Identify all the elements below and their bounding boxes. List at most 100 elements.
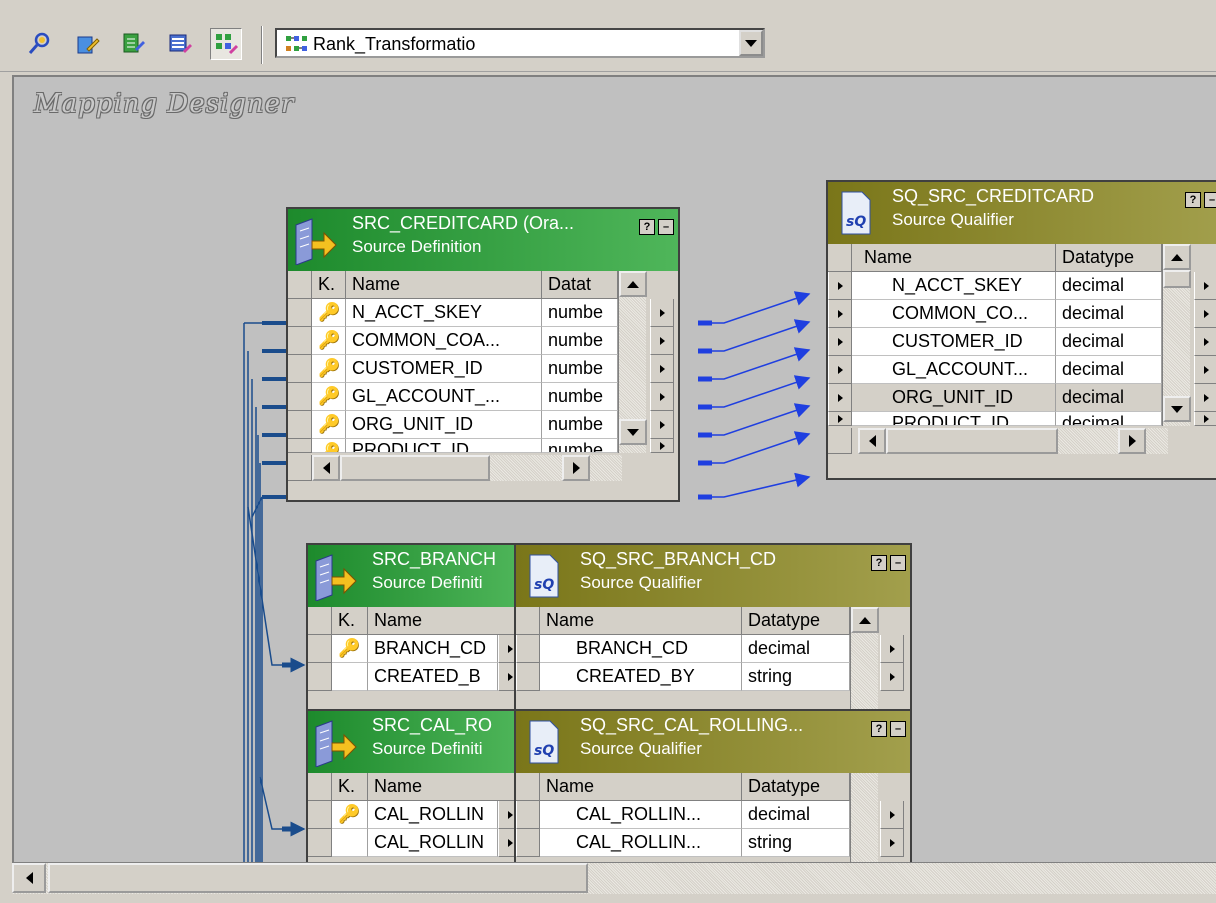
column-header-key[interactable]: K. — [332, 773, 368, 801]
column-header-name[interactable]: Name — [368, 773, 524, 801]
port-datatype[interactable]: decimal — [742, 635, 850, 663]
column-header-datatype[interactable]: Datatype — [742, 607, 850, 635]
port-connector-icon[interactable] — [1194, 384, 1216, 412]
port-name[interactable]: ORG_UNIT_ID — [346, 411, 542, 439]
target-designer-icon[interactable] — [72, 28, 104, 60]
column-header-datatype[interactable]: Datat — [542, 271, 618, 299]
port-name[interactable]: N_ACCT_SKEY — [346, 299, 542, 327]
column-header-datatype[interactable]: Datatype — [742, 773, 850, 801]
port-datatype[interactable]: decimal — [742, 801, 850, 829]
help-icon[interactable]: ? — [871, 721, 887, 737]
source-analyzer-icon[interactable] — [24, 28, 56, 60]
port-connector-icon[interactable] — [828, 412, 852, 426]
port-name[interactable]: N_ACCT_SKEY — [886, 272, 1056, 300]
port-name[interactable]: COMMON_CO... — [886, 300, 1056, 328]
column-header-name[interactable]: Name — [540, 607, 742, 635]
minimize-icon[interactable]: – — [1204, 192, 1216, 208]
port-connector-icon[interactable] — [650, 355, 674, 383]
port-name[interactable]: ORG_UNIT_ID — [886, 384, 1056, 412]
port-datatype[interactable]: numbe — [542, 439, 618, 453]
port-connector-icon[interactable] — [1194, 328, 1216, 356]
transformation-header[interactable]: SRC_CAL_RO Source Definiti — [308, 711, 524, 773]
horizontal-scrollbar[interactable] — [858, 428, 1168, 454]
src-creditcard-transformation[interactable]: SRC_CREDITCARD (Ora... Source Definition… — [286, 207, 680, 502]
scroll-right-icon[interactable] — [1118, 428, 1146, 454]
help-icon[interactable]: ? — [871, 555, 887, 571]
transformation-header[interactable]: sQ SQ_SRC_CAL_ROLLING... Source Qualifie… — [516, 711, 910, 773]
help-icon[interactable]: ? — [1185, 192, 1201, 208]
port-name[interactable]: GL_ACCOUNT_... — [346, 383, 542, 411]
port-connector-icon[interactable] — [1194, 272, 1216, 300]
port-name[interactable]: BRANCH_CD — [368, 635, 498, 663]
port-datatype[interactable]: decimal — [1056, 356, 1162, 384]
port-connector-icon[interactable] — [880, 663, 904, 691]
port-datatype[interactable]: decimal — [1056, 328, 1162, 356]
port-datatype[interactable]: numbe — [542, 327, 618, 355]
port-connector-icon[interactable] — [828, 384, 852, 412]
port-connector-icon[interactable] — [516, 635, 540, 663]
sq-src-creditcard-transformation[interactable]: sQ SQ_SRC_CREDITCARD Source Qualifier ? –… — [826, 180, 1216, 480]
scroll-right-icon[interactable] — [562, 455, 590, 481]
port-name[interactable]: PRODUCT_ID — [346, 439, 542, 453]
port-name[interactable]: CREATED_BY — [540, 663, 742, 691]
port-name[interactable]: CAL_ROLLIN — [368, 801, 498, 829]
column-header-key[interactable]: K. — [312, 271, 346, 299]
port-name[interactable]: CUSTOMER_ID — [346, 355, 542, 383]
port-connector-icon[interactable] — [516, 801, 540, 829]
scroll-up-icon[interactable] — [851, 607, 879, 633]
column-header-datatype[interactable]: Datatype — [1056, 244, 1162, 272]
scroll-down-icon[interactable] — [619, 419, 647, 445]
vertical-scrollbar[interactable] — [618, 271, 647, 453]
port-connector-icon[interactable] — [650, 383, 674, 411]
port-connector-icon[interactable] — [880, 801, 904, 829]
scroll-down-icon[interactable] — [1163, 396, 1191, 422]
port-datatype[interactable]: string — [742, 829, 850, 857]
help-icon[interactable]: ? — [639, 219, 655, 235]
port-datatype[interactable]: numbe — [542, 383, 618, 411]
port-connector-icon[interactable] — [828, 300, 852, 328]
port-name[interactable]: CUSTOMER_ID — [886, 328, 1056, 356]
port-connector-icon[interactable] — [880, 635, 904, 663]
port-connector-icon[interactable] — [650, 411, 674, 439]
column-header-name[interactable]: Name — [368, 607, 524, 635]
port-connector-icon[interactable] — [1194, 412, 1216, 426]
port-connector-icon[interactable] — [1194, 356, 1216, 384]
scroll-left-icon[interactable] — [12, 863, 46, 893]
port-name[interactable]: BRANCH_CD — [540, 635, 742, 663]
port-datatype[interactable]: numbe — [542, 411, 618, 439]
port-connector-icon[interactable] — [828, 328, 852, 356]
minimize-icon[interactable]: – — [890, 555, 906, 571]
port-name[interactable]: CAL_ROLLIN... — [540, 801, 742, 829]
port-name[interactable]: COMMON_COA... — [346, 327, 542, 355]
transformation-header[interactable]: sQ SQ_SRC_CREDITCARD Source Qualifier ? – — [828, 182, 1216, 244]
port-connector-icon[interactable] — [516, 663, 540, 691]
port-connector-icon[interactable] — [650, 439, 674, 453]
mapplet-designer-icon[interactable] — [164, 28, 196, 60]
minimize-icon[interactable]: – — [658, 219, 674, 235]
port-name[interactable]: CAL_ROLLIN — [368, 829, 498, 857]
column-header-name[interactable]: Name — [540, 773, 742, 801]
mapping-select[interactable]: Rank_Transformatio — [275, 28, 765, 58]
mapping-designer-icon[interactable] — [210, 28, 242, 60]
port-connector-icon[interactable] — [516, 829, 540, 857]
column-header-key[interactable]: K. — [332, 607, 368, 635]
port-name[interactable]: PRODUCT_ID — [886, 412, 1056, 426]
port-name[interactable]: GL_ACCOUNT... — [886, 356, 1056, 384]
port-datatype[interactable]: decimal — [1056, 300, 1162, 328]
column-header-name[interactable]: Name — [346, 271, 542, 299]
port-connector-icon[interactable] — [828, 272, 852, 300]
chevron-down-icon[interactable] — [739, 30, 763, 56]
scrollbar-thumb[interactable] — [48, 863, 588, 893]
port-connector-icon[interactable] — [880, 829, 904, 857]
port-connector-icon[interactable] — [1194, 300, 1216, 328]
port-connector-icon[interactable] — [650, 327, 674, 355]
canvas-horizontal-scrollbar[interactable] — [12, 862, 1216, 894]
transformation-header[interactable]: SRC_CREDITCARD (Ora... Source Definition… — [288, 209, 678, 271]
src-cal-rolling-transformation[interactable]: SRC_CAL_RO Source Definiti K. Name 🔑 CAL… — [306, 709, 526, 865]
port-connector-icon[interactable] — [828, 356, 852, 384]
transformation-header[interactable]: sQ SQ_SRC_BRANCH_CD Source Qualifier ? – — [516, 545, 910, 607]
scroll-left-icon[interactable] — [312, 455, 340, 481]
transformation-developer-icon[interactable] — [118, 28, 150, 60]
port-datatype[interactable]: string — [742, 663, 850, 691]
vertical-scrollbar[interactable] — [1162, 244, 1191, 426]
